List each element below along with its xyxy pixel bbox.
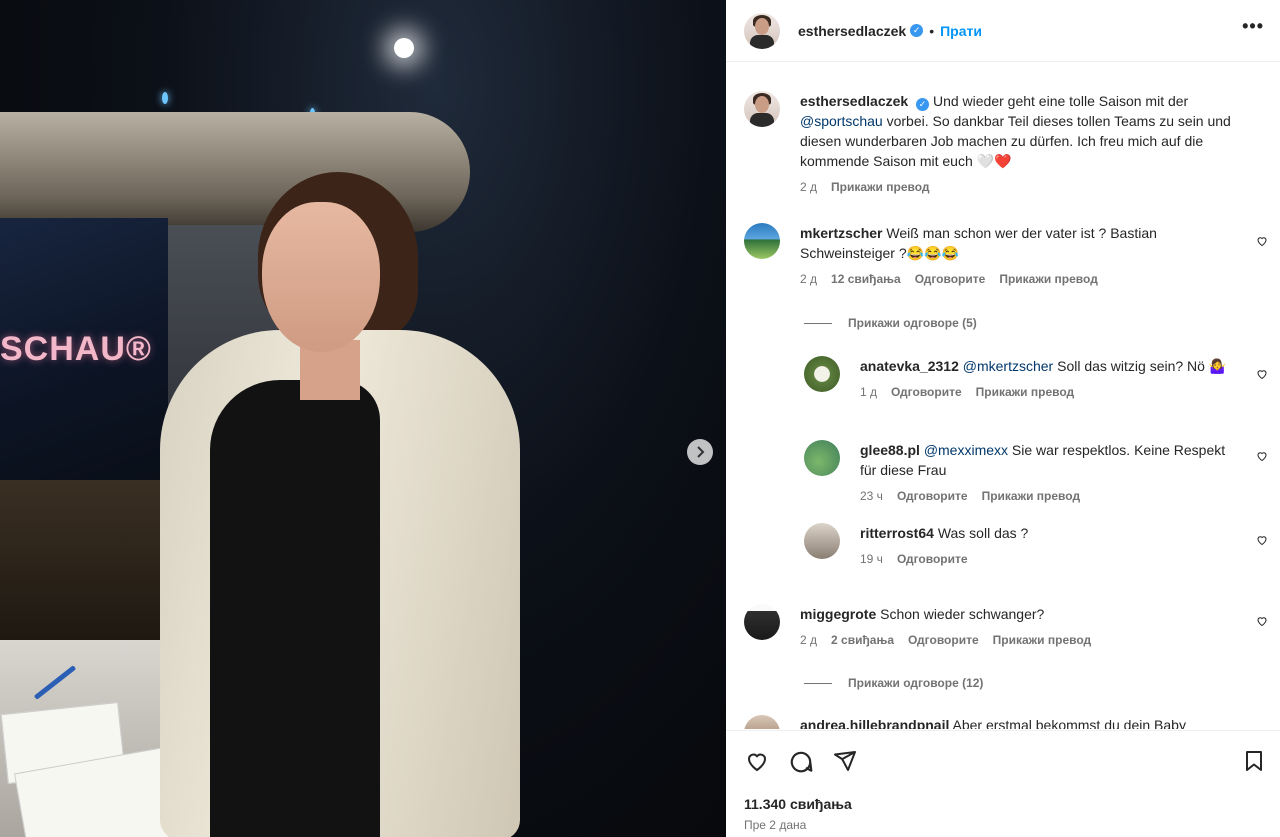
timestamp[interactable]: 1 д xyxy=(860,382,877,402)
reply-meta: 19 ч Одговорите xyxy=(860,549,1240,569)
avatar[interactable] xyxy=(744,223,780,259)
reply-username[interactable]: ritterrost64 xyxy=(860,525,934,541)
heart-icon[interactable] xyxy=(1256,235,1268,247)
comments-list: esthersedlaczek ✓ Und wieder geht eine t… xyxy=(726,63,1280,729)
heart-icon[interactable] xyxy=(1256,615,1268,627)
reply-username[interactable]: anatevka_2312 xyxy=(860,358,959,374)
comment-username[interactable]: miggegrote xyxy=(800,606,876,622)
reply-button[interactable]: Одговорите xyxy=(897,486,968,506)
timestamp[interactable]: 23 ч xyxy=(860,486,883,506)
face xyxy=(262,202,380,352)
verified-icon: ✓ xyxy=(910,24,924,37)
translate-link[interactable]: Прикажи превод xyxy=(982,486,1081,506)
heart-icon[interactable] xyxy=(744,749,770,773)
reply: ritterrost64 Was soll das ? 19 ч Одговор… xyxy=(804,523,1240,569)
separator-dot: • xyxy=(929,22,935,39)
avatar[interactable] xyxy=(804,440,840,476)
avatar[interactable] xyxy=(744,91,780,127)
caption-username[interactable]: esthersedlaczek xyxy=(800,93,908,109)
share-icon[interactable] xyxy=(832,749,858,773)
translate-link[interactable]: Прикажи превод xyxy=(831,177,930,197)
comment-text: Aber erstmal bekommst du dein Baby xyxy=(952,717,1186,729)
comment: andrea.hillebrandpnail Aber erstmal beko… xyxy=(744,715,1220,729)
comment-username[interactable]: mkertzscher xyxy=(800,225,883,241)
reply: glee88.pl @mexximexx Sie war respektlos.… xyxy=(804,440,1240,506)
heart-icon[interactable] xyxy=(1256,450,1268,462)
post-actions: 11.340 свиђања Пре 2 дана xyxy=(726,730,1280,837)
translate-link[interactable]: Прикажи превод xyxy=(999,269,1098,289)
heart-icon[interactable] xyxy=(1256,534,1268,546)
translate-link[interactable]: Прикажи превод xyxy=(976,382,1075,402)
post-photo: SCHAU® xyxy=(0,0,726,837)
header-username[interactable]: esthersedlaczek xyxy=(798,23,906,39)
timestamp[interactable]: 2 д xyxy=(800,269,817,289)
studio-light xyxy=(162,92,168,104)
reply-mention[interactable]: @mkertzscher xyxy=(963,358,1053,374)
comment-icon[interactable] xyxy=(788,749,814,775)
comment: mkertzscher Weiß man schon wer der vater… xyxy=(744,223,1220,289)
comment: miggegrote Schon wieder schwanger? 2 д 2… xyxy=(744,604,1220,650)
avatar[interactable] xyxy=(804,356,840,392)
timestamp[interactable]: 19 ч xyxy=(860,549,883,569)
studio-light xyxy=(394,38,414,58)
view-replies-button[interactable]: Прикажи одговоре (12) xyxy=(804,676,983,690)
comment-likes[interactable]: 2 свиђања xyxy=(831,630,894,650)
post-date[interactable]: Пре 2 дана xyxy=(744,818,806,832)
studio-sign: SCHAU® xyxy=(0,330,152,368)
timestamp[interactable]: 2 д xyxy=(800,630,817,650)
caption-meta: 2 д Прикажи превод xyxy=(800,177,1240,197)
reply: anatevka_2312 @mkertzscher Soll das witz… xyxy=(804,356,1240,402)
reply-meta: 1 д Одговорите Прикажи превод xyxy=(860,382,1240,402)
caption-mention[interactable]: @sportschau xyxy=(800,113,883,129)
comment-meta: 2 д 2 свиђања Одговорите Прикажи превод xyxy=(800,630,1220,650)
reply-text: Soll das witzig sein? Nö 🤷‍♀️ xyxy=(1053,358,1227,374)
carousel-next-button[interactable] xyxy=(687,439,713,465)
bookmark-icon[interactable] xyxy=(1242,749,1266,773)
comment-meta: 2 д 12 свиђања Одговорите Прикажи превод xyxy=(800,269,1220,289)
reply-username[interactable]: glee88.pl xyxy=(860,442,920,458)
comment-likes[interactable]: 12 свиђања xyxy=(831,269,901,289)
reply-button[interactable]: Одговорите xyxy=(908,630,979,650)
reply-mention[interactable]: @mexximexx xyxy=(924,442,1008,458)
reply-button[interactable]: Одговорите xyxy=(891,382,962,402)
post-header: esthersedlaczek ✓ • Прати ••• xyxy=(726,0,1280,62)
reply-button[interactable]: Одговорите xyxy=(915,269,986,289)
caption-text: Und wieder geht eine tolle Saison mit de… xyxy=(932,93,1189,109)
comment-text: Schon wieder schwanger? xyxy=(880,606,1045,622)
chevron-right-icon xyxy=(697,446,705,458)
more-options-icon[interactable]: ••• xyxy=(1242,16,1264,37)
timestamp[interactable]: 2 д xyxy=(800,177,817,197)
comment-username[interactable]: andrea.hillebrandpnail xyxy=(800,717,949,729)
verified-icon: ✓ xyxy=(916,97,930,111)
likes-count[interactable]: 11.340 свиђања xyxy=(744,796,852,812)
reply-meta: 23 ч Одговорите Прикажи превод xyxy=(860,486,1240,506)
dress xyxy=(210,380,380,837)
avatar[interactable] xyxy=(744,12,780,49)
reply-button[interactable]: Одговорите xyxy=(897,549,968,569)
reply-text: Was soll das ? xyxy=(937,525,1029,541)
view-replies-button[interactable]: Прикажи одговоре (5) xyxy=(804,316,977,330)
post-panel: esthersedlaczek ✓ • Прати ••• esthersedl… xyxy=(726,0,1280,837)
caption: esthersedlaczek ✓ Und wieder geht eine t… xyxy=(744,91,1240,197)
heart-icon[interactable] xyxy=(1256,368,1268,380)
avatar[interactable] xyxy=(744,604,780,640)
follow-button[interactable]: Прати xyxy=(940,23,982,39)
presenter xyxy=(150,170,530,837)
translate-link[interactable]: Прикажи превод xyxy=(993,630,1092,650)
avatar[interactable] xyxy=(804,523,840,559)
avatar[interactable] xyxy=(744,715,780,729)
